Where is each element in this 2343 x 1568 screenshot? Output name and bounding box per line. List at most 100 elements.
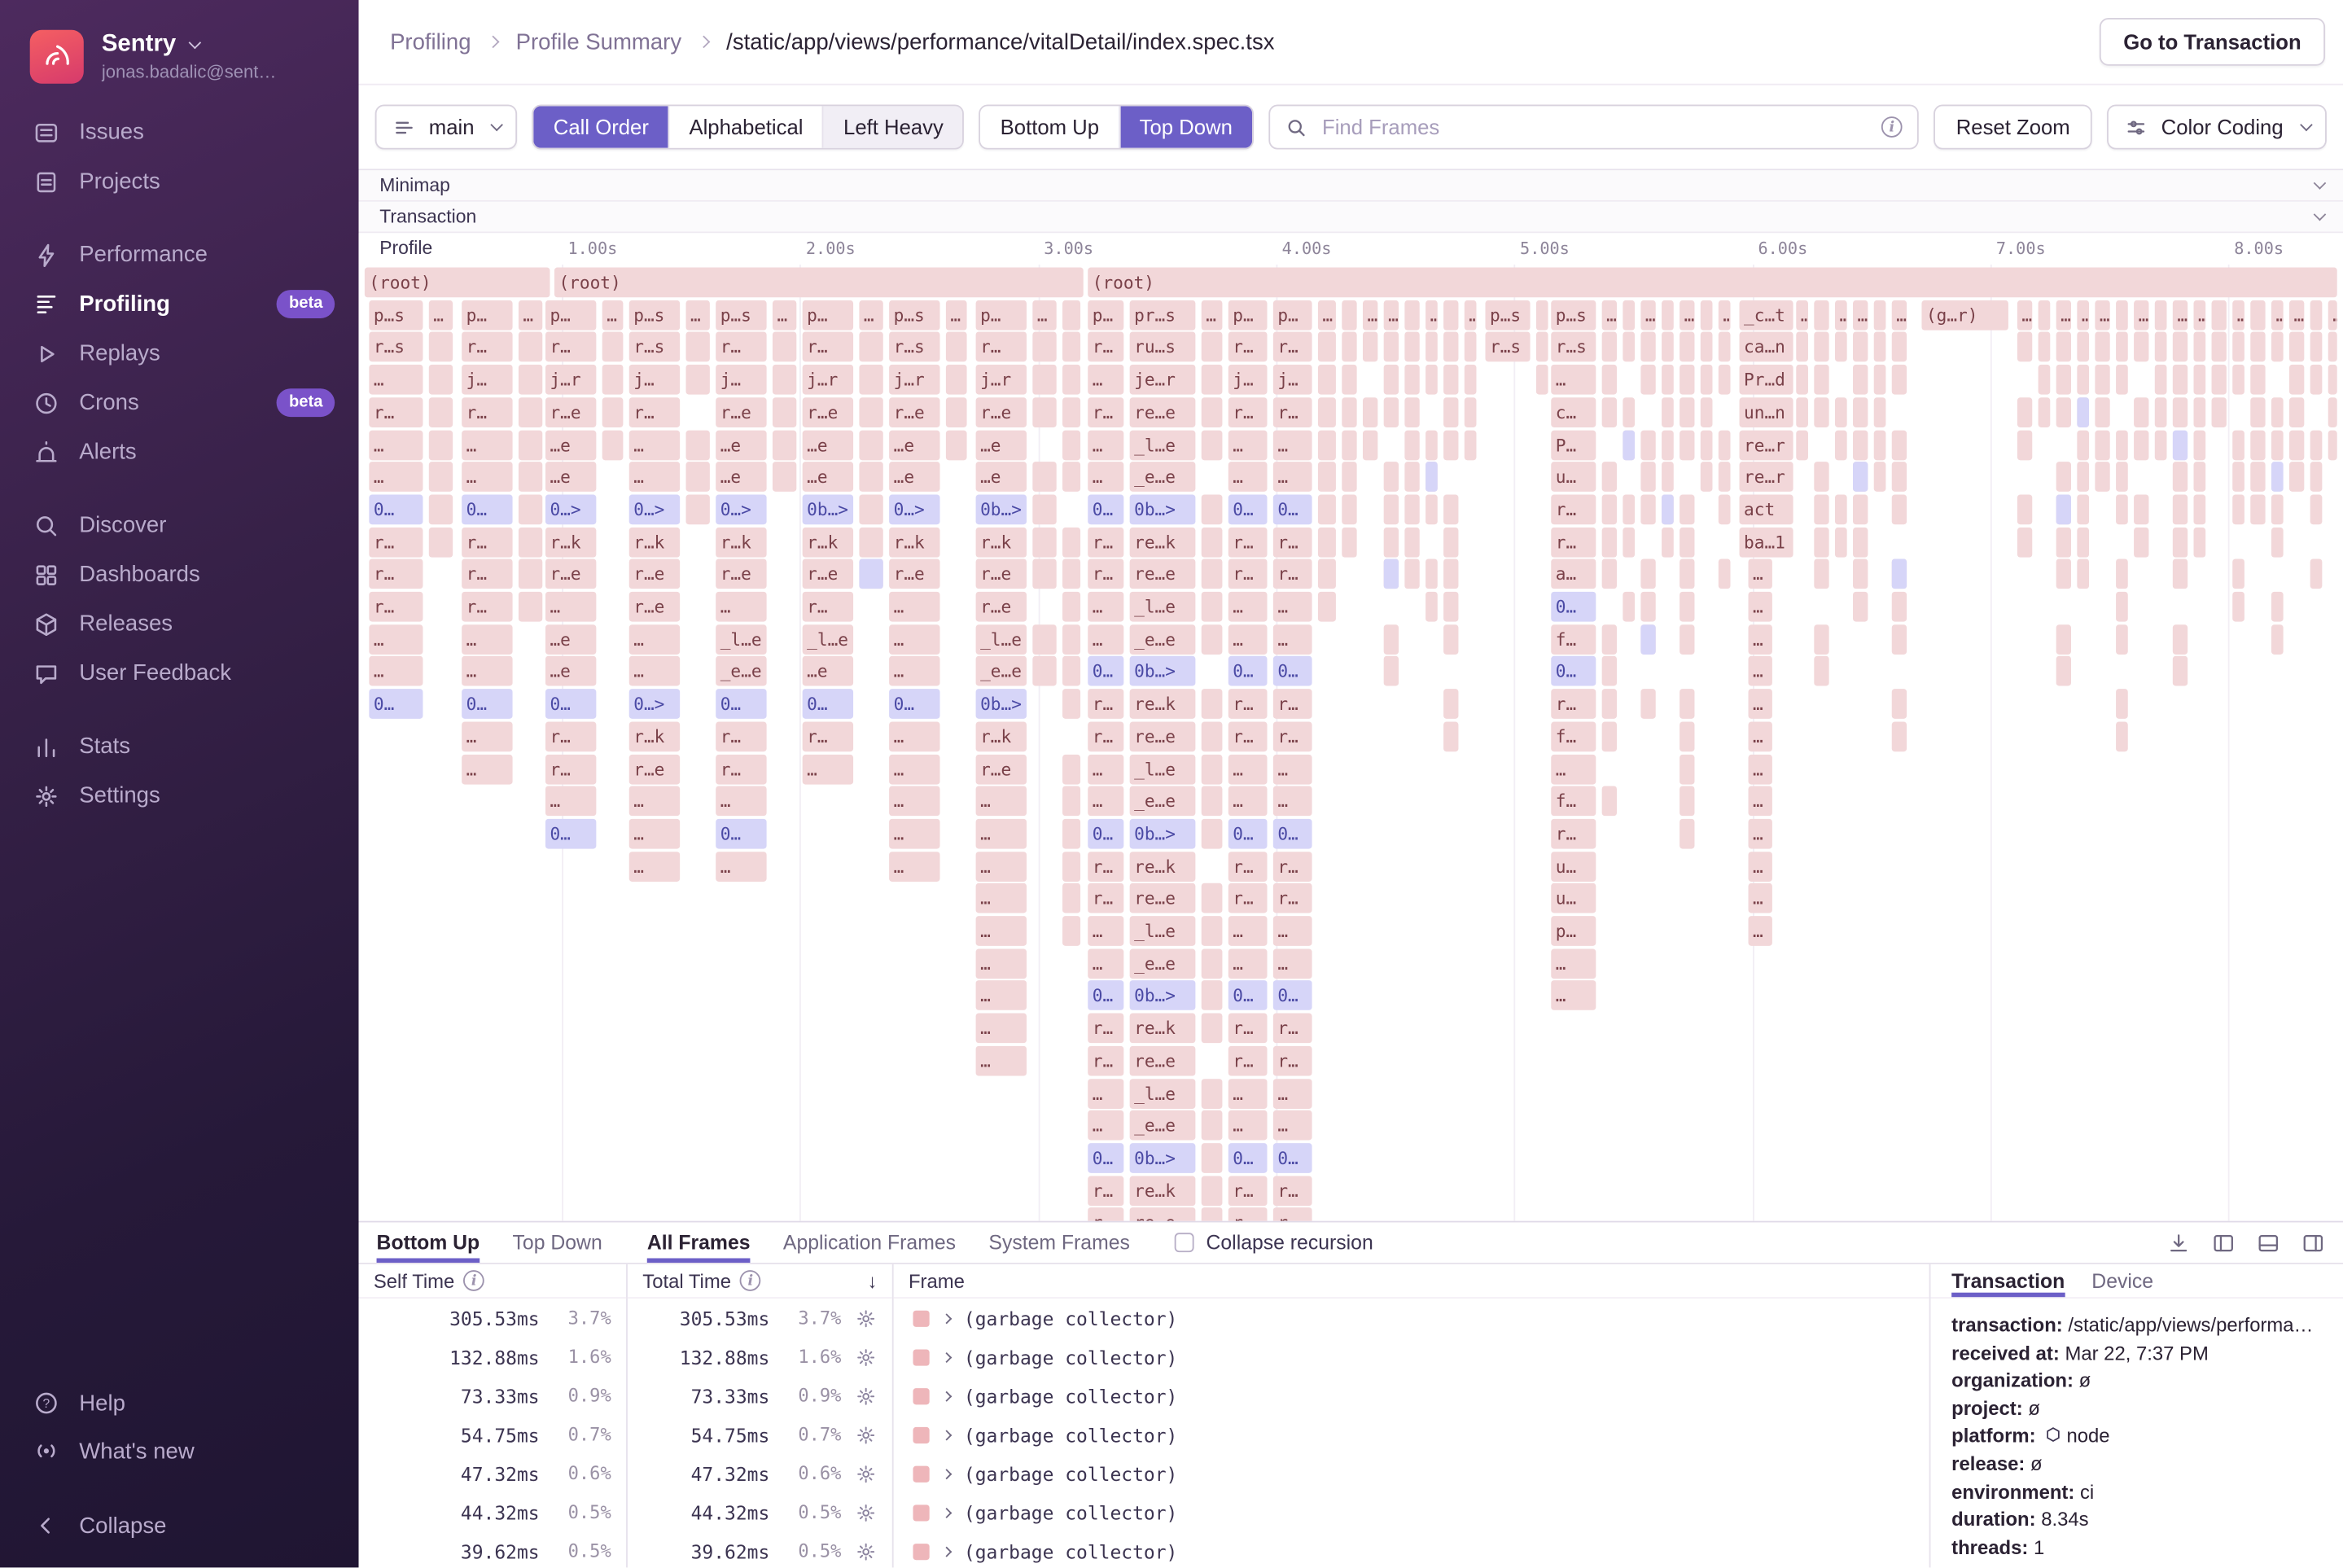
flame-frame[interactable] [1426,592,1438,622]
flame-frame[interactable] [2173,559,2188,589]
flame-frame[interactable]: r… [1088,1014,1123,1044]
flame-frame[interactable] [2077,527,2089,557]
flame-frame[interactable] [1662,494,1674,524]
flame-frame[interactable] [859,397,882,427]
flame-frame[interactable] [1853,365,1868,395]
flame-frame[interactable]: r…e [803,559,853,589]
sidebar-item-crons[interactable]: Cronsbeta [0,378,359,427]
flame-frame[interactable] [1062,786,1080,817]
flame-frame[interactable] [2077,397,2089,427]
flame-frame[interactable] [1640,365,1655,395]
flame-frame[interactable] [2212,365,2227,395]
flame-frame[interactable]: … [629,462,680,493]
flame-frame[interactable]: … [2017,300,2032,330]
flame-frame[interactable]: r… [1273,1014,1312,1044]
flame-frame[interactable] [1892,624,1907,655]
flame-frame[interactable]: 0… [1273,819,1312,849]
flame-frame[interactable] [1384,494,1399,524]
flame-frame[interactable] [2289,365,2304,395]
flame-frame[interactable] [1062,883,1080,913]
flame-frame[interactable]: r… [1273,332,1312,362]
flame-frame[interactable] [2155,430,2167,460]
flame-frame[interactable] [1602,689,1617,719]
flame-frame[interactable]: p…s [629,300,680,330]
flame-frame[interactable]: 0… [369,689,423,719]
flame-frame[interactable] [2116,559,2128,589]
flame-frame[interactable]: r…k [889,527,939,557]
table-row-total[interactable]: 54.75ms0.7% [628,1415,892,1454]
flame-frame[interactable] [2250,300,2265,330]
flame-frame[interactable]: r…e [545,559,596,589]
flame-frame[interactable]: p… [1273,300,1312,330]
flame-frame[interactable]: r… [1273,527,1312,557]
flame-frame[interactable] [2212,397,2227,427]
flame-frame[interactable] [1202,1208,1223,1221]
flame-frame[interactable] [1404,365,1419,395]
flame-frame[interactable]: … [1273,430,1312,460]
flame-frame[interactable] [519,462,542,493]
flame-frame[interactable]: ca…n [1740,332,1793,362]
flame-frame[interactable]: …e [545,462,596,493]
flame-frame[interactable] [1853,397,1868,427]
flame-frame[interactable] [2271,527,2284,557]
flame-frame[interactable] [1062,365,1080,395]
expand-chevron-icon[interactable] [941,1507,952,1518]
expand-chevron-icon[interactable] [941,1391,952,1401]
reset-zoom-button[interactable]: Reset Zoom [1934,104,2092,149]
flame-frame[interactable] [429,494,453,524]
flame-frame[interactable]: re…e [1130,883,1196,913]
flame-frame[interactable]: r… [1228,527,1268,557]
thread-selector[interactable]: main [375,104,518,149]
flame-frame[interactable]: 0…> [629,689,680,719]
flame-frame[interactable] [1384,657,1399,687]
flame-frame[interactable] [1874,397,1886,427]
flame-frame[interactable] [1623,300,1635,330]
flame-frame[interactable] [1835,397,1847,427]
flame-frame[interactable] [1443,592,1458,622]
flame-frame[interactable]: r…e [803,397,853,427]
flame-frame[interactable]: … [1228,430,1268,460]
flame-frame[interactable]: … [976,948,1027,979]
flame-frame[interactable] [1701,300,1713,330]
flame-frame[interactable] [1342,397,1356,427]
flame-frame[interactable]: … [1680,300,1694,330]
frame-settings-icon[interactable] [855,1346,878,1369]
flame-frame[interactable]: … [369,430,423,460]
flame-frame[interactable] [1662,397,1674,427]
flame-frame[interactable]: 0… [1273,981,1312,1011]
flame-frame[interactable]: 0…> [889,494,939,524]
flame-frame[interactable] [1680,721,1694,751]
flame-frame[interactable] [685,462,709,493]
flame-frame[interactable] [1426,332,1438,362]
flame-frame[interactable]: … [1749,819,1772,849]
flame-frame[interactable] [519,494,542,524]
flame-frame[interactable] [1062,397,1080,427]
layout-bottom-icon[interactable] [2257,1231,2280,1255]
flame-frame[interactable]: f… [1551,624,1596,655]
flame-frame[interactable] [2271,592,2284,622]
expand-chevron-icon[interactable] [941,1546,952,1557]
flame-frame[interactable]: re…e [1130,721,1196,751]
direction-top-down[interactable]: Top Down [1119,106,1252,147]
flame-frame[interactable]: _e…e [1130,948,1196,979]
flame-frame[interactable]: … [976,851,1027,881]
flame-frame[interactable] [2194,332,2206,362]
flame-frame[interactable]: … [1426,300,1438,330]
flame-frame[interactable]: r… [803,592,853,622]
flame-frame[interactable] [1874,365,1886,395]
flame-frame[interactable]: … [1749,689,1772,719]
flame-frame[interactable] [1602,462,1617,493]
flame-frame[interactable]: 0… [1088,819,1123,849]
flame-frame[interactable]: j… [462,365,512,395]
flame-frame[interactable] [1384,332,1399,362]
flame-frame[interactable]: r…e [889,559,939,589]
flame-frame[interactable] [685,365,709,395]
flame-frame[interactable]: 0… [545,819,596,849]
flame-frame[interactable]: r… [369,527,423,557]
flame-frame[interactable] [1719,332,1731,362]
flame-frame[interactable] [2271,624,2284,655]
flame-frame[interactable] [1342,300,1356,330]
flame-frame[interactable] [1062,592,1080,622]
flame-frame[interactable] [1701,332,1713,362]
flame-frame[interactable] [1465,430,1477,460]
